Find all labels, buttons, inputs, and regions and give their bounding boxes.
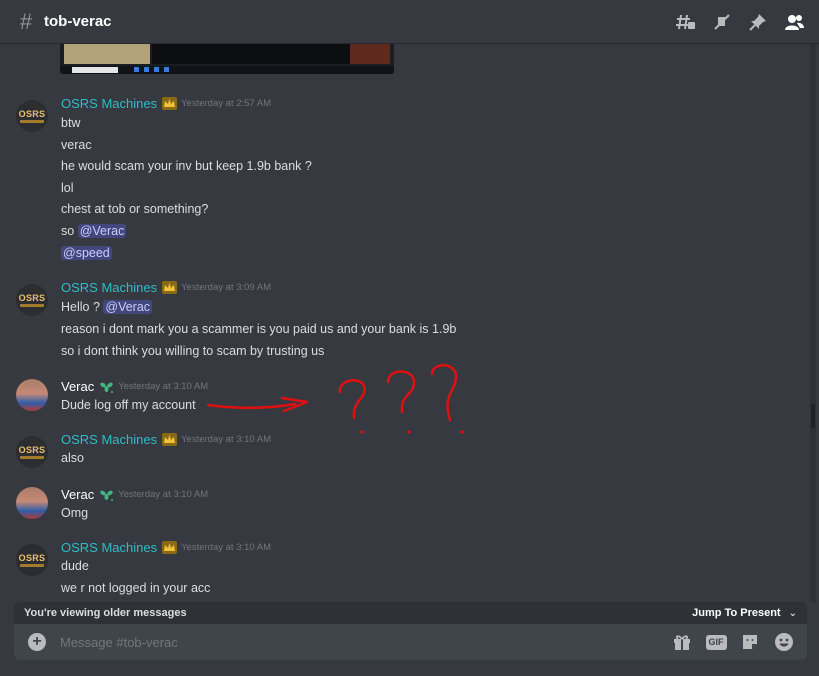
message-text-prefix: so (61, 224, 78, 238)
user-mention[interactable]: @speed (61, 246, 112, 260)
members-icon[interactable] (783, 11, 805, 33)
chevron-down-icon: ⌄ (788, 607, 797, 619)
embedded-screenshot-image[interactable] (60, 44, 394, 74)
crown-icon (162, 281, 178, 295)
message-text: chest at tob or something? (61, 202, 209, 216)
user-mention[interactable]: @Verac (77, 224, 127, 238)
message-text: @speed (61, 244, 112, 262)
add-icon[interactable]: + (28, 633, 46, 651)
jump-to-present-label: Jump To Present (692, 607, 781, 619)
gif-label: GIF (705, 634, 727, 650)
older-messages-bar: You're viewing older messages Jump To Pr… (14, 602, 807, 624)
message-text: he would scam your inv but keep 1.9b ban… (61, 159, 312, 173)
emoji-icon[interactable] (773, 631, 795, 653)
message-composer: + GIF (14, 624, 807, 660)
avatar-logo-text: OSRS (18, 552, 46, 563)
message-header: OSRS Machines Yesterday at 3:09 AM (61, 280, 271, 295)
avatar[interactable] (16, 379, 48, 411)
channel-name: tob-verac (44, 13, 112, 30)
scrollbar-thumb[interactable] (811, 404, 815, 428)
message-text: Omg (61, 506, 89, 520)
message-text: btw (61, 116, 81, 130)
discord-channel-view: # tob-verac OSRS OSRS Machines Yesterday… (0, 0, 819, 676)
timestamp: Yesterday at 3:10 AM (181, 542, 272, 553)
timestamp: Yesterday at 2:57 AM (181, 98, 272, 109)
avatar-logo-text: OSRS (18, 292, 46, 303)
timestamp: Yesterday at 3:09 AM (181, 282, 272, 293)
user-mention[interactable]: @Verac (103, 300, 153, 314)
message-text: Dude log off my account (61, 398, 196, 412)
message-text: so i dont think you willing to scam by t… (61, 344, 325, 358)
message-text: we r not logged in your acc (61, 581, 211, 595)
message-text: verac (61, 138, 92, 152)
username[interactable]: OSRS Machines (61, 540, 157, 555)
avatar[interactable]: OSRS (16, 100, 48, 132)
avatar-logo-text: OSRS (18, 108, 46, 119)
message-header: OSRS Machines Yesterday at 3:10 AM (61, 432, 271, 447)
avatar-logo-text: OSRS (18, 444, 46, 455)
message-text-prefix: Hello ? (61, 300, 104, 314)
crown-icon (162, 541, 178, 555)
leaf-icon (99, 488, 114, 502)
pin-icon[interactable] (747, 11, 769, 33)
avatar[interactable]: OSRS (16, 284, 48, 316)
timestamp: Yesterday at 3:10 AM (181, 434, 272, 445)
gif-icon[interactable]: GIF (705, 631, 727, 653)
gift-icon[interactable] (671, 631, 693, 653)
avatar[interactable] (16, 487, 48, 519)
timestamp: Yesterday at 3:10 AM (118, 489, 209, 500)
username[interactable]: Verac (61, 487, 94, 502)
message-input[interactable] (60, 634, 620, 650)
older-messages-text: You're viewing older messages (24, 607, 187, 619)
username[interactable]: OSRS Machines (61, 96, 157, 111)
message-text: reason i dont mark you a scammer is you … (61, 322, 457, 336)
message-text: so @Verac (61, 222, 127, 240)
mute-icon[interactable] (711, 11, 733, 33)
username[interactable]: OSRS Machines (61, 432, 157, 447)
message-header: OSRS Machines Yesterday at 3:10 AM (61, 540, 271, 555)
message-text: lol (61, 181, 74, 195)
threads-icon[interactable] (675, 11, 697, 33)
channel-header: # tob-verac (0, 0, 819, 44)
crown-icon (162, 97, 178, 111)
crown-icon (162, 433, 178, 447)
message-list[interactable]: OSRS OSRS Machines Yesterday at 2:57 AM … (0, 44, 808, 602)
jump-to-present-button[interactable]: Jump To Present ⌄ (692, 607, 797, 619)
message-text: also (61, 451, 84, 465)
sticker-icon[interactable] (739, 631, 761, 653)
scrollbar-track[interactable] (810, 44, 816, 602)
message-text: Hello ? @Verac (61, 298, 153, 316)
avatar[interactable]: OSRS (16, 544, 48, 576)
header-toolbar (675, 11, 805, 33)
message-header: OSRS Machines Yesterday at 2:57 AM (61, 96, 271, 111)
username[interactable]: Verac (61, 379, 94, 394)
message-text: dude (61, 559, 89, 573)
message-header: Verac Yesterday at 3:10 AM (61, 487, 208, 502)
username[interactable]: OSRS Machines (61, 280, 157, 295)
message-header: Verac Yesterday at 3:10 AM (61, 379, 208, 394)
hashtag-icon: # (19, 8, 33, 34)
composer-toolbar: GIF (671, 631, 795, 653)
avatar[interactable]: OSRS (16, 436, 48, 468)
leaf-icon (99, 380, 114, 394)
timestamp: Yesterday at 3:10 AM (118, 381, 209, 392)
